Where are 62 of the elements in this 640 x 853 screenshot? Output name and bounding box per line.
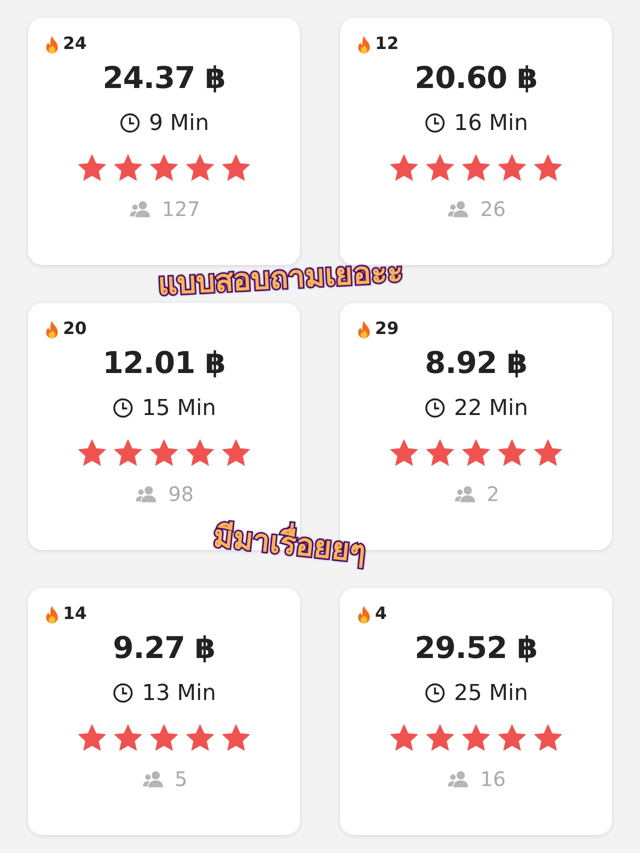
star-icon <box>112 436 144 468</box>
respondent-count: 98 <box>168 480 194 508</box>
star-icon <box>184 436 216 468</box>
star-icon <box>460 722 492 754</box>
duration-text: 25 Min <box>454 680 528 708</box>
hot-count: 20 <box>63 318 87 341</box>
duration-text: 15 Min <box>142 394 216 422</box>
reward-amount: 20.60 ฿ <box>414 60 538 98</box>
respondent-count: 16 <box>480 766 506 792</box>
duration-text: 13 Min <box>142 680 216 708</box>
duration-text: 22 Min <box>454 394 528 422</box>
sticker-caption: แบบสอบถามเยอะะ <box>157 254 404 304</box>
star-icon <box>184 152 216 184</box>
respondent-count: 2 <box>486 480 500 508</box>
hot-count: 12 <box>375 33 399 56</box>
star-icon <box>460 436 492 468</box>
clock-icon <box>424 112 446 134</box>
reward-amount: 12.01 ฿ <box>102 344 226 382</box>
star-icon <box>76 152 108 184</box>
duration-text: 9 Min <box>148 110 210 138</box>
clock-icon <box>118 112 141 134</box>
reward-amount: 9.27 ฿ <box>112 630 216 668</box>
star-icon <box>460 152 492 184</box>
respondent-count: 127 <box>162 196 200 222</box>
star-icon <box>388 436 420 468</box>
reward-amount: 29.52 ฿ <box>414 630 538 668</box>
star-icon <box>76 722 108 754</box>
star-icon <box>496 436 528 468</box>
star-icon <box>532 152 564 184</box>
hot-count: 29 <box>375 318 399 341</box>
star-icon <box>148 436 180 468</box>
star-icon <box>388 722 420 754</box>
star-icon <box>220 152 252 184</box>
star-icon <box>532 722 564 754</box>
star-icon <box>496 152 528 184</box>
star-icon <box>112 152 144 184</box>
star-icon <box>424 436 456 468</box>
hot-count: 24 <box>63 33 87 56</box>
star-icon <box>388 152 420 184</box>
star-icon <box>148 722 180 754</box>
star-icon <box>220 436 252 468</box>
star-icon <box>424 722 456 754</box>
star-icon <box>148 152 180 184</box>
star-icon <box>112 722 144 754</box>
reward-amount: 8.92 ฿ <box>424 344 528 382</box>
clock-icon <box>424 397 446 419</box>
star-icon <box>424 152 456 184</box>
star-icon <box>532 436 564 468</box>
hot-count: 14 <box>63 603 87 626</box>
hot-count: 4 <box>375 603 387 626</box>
star-icon <box>184 722 216 754</box>
clock-icon <box>112 682 134 704</box>
respondent-count: 26 <box>480 196 506 222</box>
respondent-count: 5 <box>174 766 188 792</box>
star-icon <box>220 722 252 754</box>
clock-icon <box>112 397 134 419</box>
star-icon <box>76 436 108 468</box>
star-icon <box>496 722 528 754</box>
duration-text: 16 Min <box>454 110 528 138</box>
reward-amount: 24.37 ฿ <box>102 60 226 98</box>
sticker-caption: มีมาเรื่อยยๆ <box>211 518 368 572</box>
clock-icon <box>424 682 446 704</box>
